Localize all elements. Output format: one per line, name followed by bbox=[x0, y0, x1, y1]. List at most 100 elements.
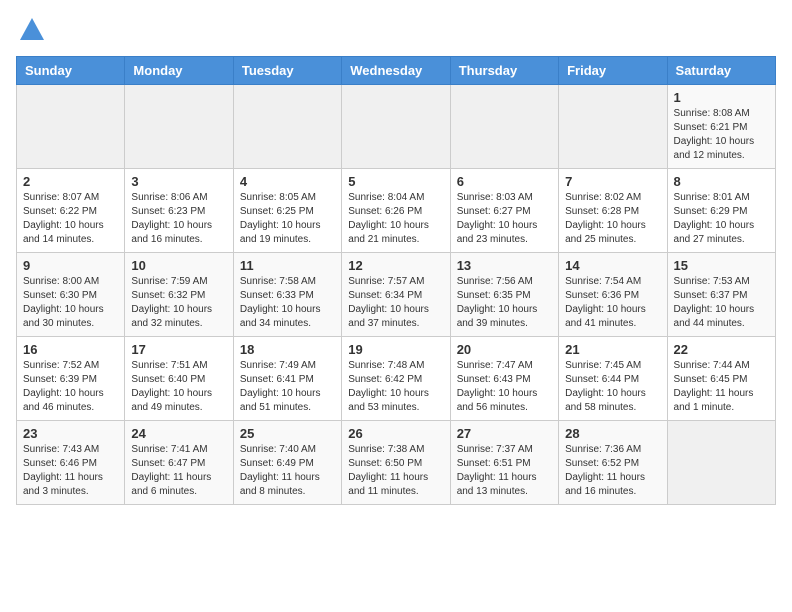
day-number: 18 bbox=[240, 342, 335, 357]
day-info: Sunrise: 7:43 AM Sunset: 6:46 PM Dayligh… bbox=[23, 443, 118, 499]
day-header-wednesday: Wednesday bbox=[342, 57, 450, 85]
day-header-monday: Monday bbox=[125, 57, 233, 85]
day-info: Sunrise: 7:45 AM Sunset: 6:44 PM Dayligh… bbox=[565, 359, 660, 415]
calendar-cell: 4 Sunrise: 8:05 AM Sunset: 6:25 PM Daylig… bbox=[233, 169, 341, 253]
day-info: Sunrise: 8:06 AM Sunset: 6:23 PM Dayligh… bbox=[131, 191, 226, 247]
day-number: 21 bbox=[565, 342, 660, 357]
day-number: 3 bbox=[131, 174, 226, 189]
calendar-cell: 10 Sunrise: 7:59 AM Sunset: 6:32 PM Dayli… bbox=[125, 253, 233, 337]
calendar-cell: 13Sunrise: 7:56 AM Sunset: 6:35 PM Dayli… bbox=[450, 253, 558, 337]
calendar-cell: 1 Sunrise: 8:08 AM Sunset: 6:21 PM Daylig… bbox=[667, 85, 775, 169]
calendar-week-row: 2 Sunrise: 8:07 AM Sunset: 6:22 PM Daylig… bbox=[17, 169, 776, 253]
calendar-cell: 17 Sunrise: 7:51 AM Sunset: 6:40 PM Dayli… bbox=[125, 337, 233, 421]
calendar-cell: 2 Sunrise: 8:07 AM Sunset: 6:22 PM Daylig… bbox=[17, 169, 125, 253]
calendar-cell: 5 Sunrise: 8:04 AM Sunset: 6:26 PM Daylig… bbox=[342, 169, 450, 253]
day-info: Sunrise: 8:08 AM Sunset: 6:21 PM Dayligh… bbox=[674, 107, 769, 163]
day-number: 14 bbox=[565, 258, 660, 273]
day-info: Sunrise: 7:58 AM Sunset: 6:33 PM Dayligh… bbox=[240, 275, 335, 331]
day-number: 20 bbox=[457, 342, 552, 357]
day-info: Sunrise: 7:53 AM Sunset: 6:37 PM Dayligh… bbox=[674, 275, 769, 331]
calendar-week-row: 16 Sunrise: 7:52 AM Sunset: 6:39 PM Dayli… bbox=[17, 337, 776, 421]
day-number: 2 bbox=[23, 174, 118, 189]
calendar-cell: 3 Sunrise: 8:06 AM Sunset: 6:23 PM Daylig… bbox=[125, 169, 233, 253]
day-number: 9 bbox=[23, 258, 118, 273]
calendar-cell: 9 Sunrise: 8:00 AM Sunset: 6:30 PM Daylig… bbox=[17, 253, 125, 337]
day-number: 8 bbox=[674, 174, 769, 189]
day-number: 15 bbox=[674, 258, 769, 273]
day-info: Sunrise: 7:49 AM Sunset: 6:41 PM Dayligh… bbox=[240, 359, 335, 415]
calendar-header-row: SundayMondayTuesdayWednesdayThursdayFrid… bbox=[17, 57, 776, 85]
day-info: Sunrise: 7:36 AM Sunset: 6:52 PM Dayligh… bbox=[565, 443, 660, 499]
day-info: Sunrise: 8:01 AM Sunset: 6:29 PM Dayligh… bbox=[674, 191, 769, 247]
calendar-cell: 18 Sunrise: 7:49 AM Sunset: 6:41 PM Dayli… bbox=[233, 337, 341, 421]
day-number: 23 bbox=[23, 426, 118, 441]
logo-icon bbox=[18, 16, 46, 44]
calendar-cell: 16 Sunrise: 7:52 AM Sunset: 6:39 PM Dayli… bbox=[17, 337, 125, 421]
day-number: 19 bbox=[348, 342, 443, 357]
day-number: 27 bbox=[457, 426, 552, 441]
calendar-cell: 24 Sunrise: 7:41 AM Sunset: 6:47 PM Dayli… bbox=[125, 421, 233, 505]
calendar-cell: 22 Sunrise: 7:44 AM Sunset: 6:45 PM Dayli… bbox=[667, 337, 775, 421]
calendar-cell: 7 Sunrise: 8:02 AM Sunset: 6:28 PM Daylig… bbox=[559, 169, 667, 253]
calendar-cell bbox=[233, 85, 341, 169]
day-info: Sunrise: 8:04 AM Sunset: 6:26 PM Dayligh… bbox=[348, 191, 443, 247]
day-info: Sunrise: 7:37 AM Sunset: 6:51 PM Dayligh… bbox=[457, 443, 552, 499]
day-header-tuesday: Tuesday bbox=[233, 57, 341, 85]
day-info: Sunrise: 7:52 AM Sunset: 6:39 PM Dayligh… bbox=[23, 359, 118, 415]
day-number: 24 bbox=[131, 426, 226, 441]
calendar-cell bbox=[125, 85, 233, 169]
calendar-table: SundayMondayTuesdayWednesdayThursdayFrid… bbox=[16, 56, 776, 505]
calendar-cell: 20Sunrise: 7:47 AM Sunset: 6:43 PM Dayli… bbox=[450, 337, 558, 421]
day-number: 4 bbox=[240, 174, 335, 189]
day-header-thursday: Thursday bbox=[450, 57, 558, 85]
day-info: Sunrise: 7:59 AM Sunset: 6:32 PM Dayligh… bbox=[131, 275, 226, 331]
calendar-cell: 8 Sunrise: 8:01 AM Sunset: 6:29 PM Daylig… bbox=[667, 169, 775, 253]
day-info: Sunrise: 8:07 AM Sunset: 6:22 PM Dayligh… bbox=[23, 191, 118, 247]
day-info: Sunrise: 7:56 AM Sunset: 6:35 PM Dayligh… bbox=[457, 275, 552, 331]
day-info: Sunrise: 8:05 AM Sunset: 6:25 PM Dayligh… bbox=[240, 191, 335, 247]
calendar-cell: 11 Sunrise: 7:58 AM Sunset: 6:33 PM Dayli… bbox=[233, 253, 341, 337]
day-info: Sunrise: 7:54 AM Sunset: 6:36 PM Dayligh… bbox=[565, 275, 660, 331]
day-info: Sunrise: 7:38 AM Sunset: 6:50 PM Dayligh… bbox=[348, 443, 443, 499]
day-number: 1 bbox=[674, 90, 769, 105]
day-header-saturday: Saturday bbox=[667, 57, 775, 85]
day-info: Sunrise: 8:00 AM Sunset: 6:30 PM Dayligh… bbox=[23, 275, 118, 331]
calendar-cell: 6 Sunrise: 8:03 AM Sunset: 6:27 PM Daylig… bbox=[450, 169, 558, 253]
day-header-friday: Friday bbox=[559, 57, 667, 85]
day-header-sunday: Sunday bbox=[17, 57, 125, 85]
day-info: Sunrise: 7:44 AM Sunset: 6:45 PM Dayligh… bbox=[674, 359, 769, 415]
calendar-cell: 21 Sunrise: 7:45 AM Sunset: 6:44 PM Dayli… bbox=[559, 337, 667, 421]
calendar-week-row: 23 Sunrise: 7:43 AM Sunset: 6:46 PM Dayli… bbox=[17, 421, 776, 505]
day-number: 10 bbox=[131, 258, 226, 273]
day-number: 12 bbox=[348, 258, 443, 273]
calendar-cell bbox=[559, 85, 667, 169]
logo bbox=[16, 16, 46, 44]
day-number: 28 bbox=[565, 426, 660, 441]
calendar-cell: 19 Sunrise: 7:48 AM Sunset: 6:42 PM Dayli… bbox=[342, 337, 450, 421]
day-info: Sunrise: 7:57 AM Sunset: 6:34 PM Dayligh… bbox=[348, 275, 443, 331]
day-number: 11 bbox=[240, 258, 335, 273]
day-number: 7 bbox=[565, 174, 660, 189]
day-info: Sunrise: 8:03 AM Sunset: 6:27 PM Dayligh… bbox=[457, 191, 552, 247]
day-info: Sunrise: 7:48 AM Sunset: 6:42 PM Dayligh… bbox=[348, 359, 443, 415]
calendar-cell bbox=[17, 85, 125, 169]
calendar-cell: 26Sunrise: 7:38 AM Sunset: 6:50 PM Dayli… bbox=[342, 421, 450, 505]
day-info: Sunrise: 8:02 AM Sunset: 6:28 PM Dayligh… bbox=[565, 191, 660, 247]
day-number: 6 bbox=[457, 174, 552, 189]
calendar-cell bbox=[450, 85, 558, 169]
calendar-cell bbox=[667, 421, 775, 505]
calendar-cell bbox=[342, 85, 450, 169]
day-info: Sunrise: 7:41 AM Sunset: 6:47 PM Dayligh… bbox=[131, 443, 226, 499]
day-number: 16 bbox=[23, 342, 118, 357]
calendar-cell: 15 Sunrise: 7:53 AM Sunset: 6:37 PM Dayli… bbox=[667, 253, 775, 337]
day-number: 22 bbox=[674, 342, 769, 357]
day-number: 17 bbox=[131, 342, 226, 357]
calendar-cell: 23 Sunrise: 7:43 AM Sunset: 6:46 PM Dayli… bbox=[17, 421, 125, 505]
day-info: Sunrise: 7:40 AM Sunset: 6:49 PM Dayligh… bbox=[240, 443, 335, 499]
calendar-cell: 28 Sunrise: 7:36 AM Sunset: 6:52 PM Dayli… bbox=[559, 421, 667, 505]
page-header bbox=[16, 16, 776, 44]
day-info: Sunrise: 7:51 AM Sunset: 6:40 PM Dayligh… bbox=[131, 359, 226, 415]
calendar-cell: 12 Sunrise: 7:57 AM Sunset: 6:34 PM Dayli… bbox=[342, 253, 450, 337]
day-number: 5 bbox=[348, 174, 443, 189]
calendar-cell: 25Sunrise: 7:40 AM Sunset: 6:49 PM Dayli… bbox=[233, 421, 341, 505]
